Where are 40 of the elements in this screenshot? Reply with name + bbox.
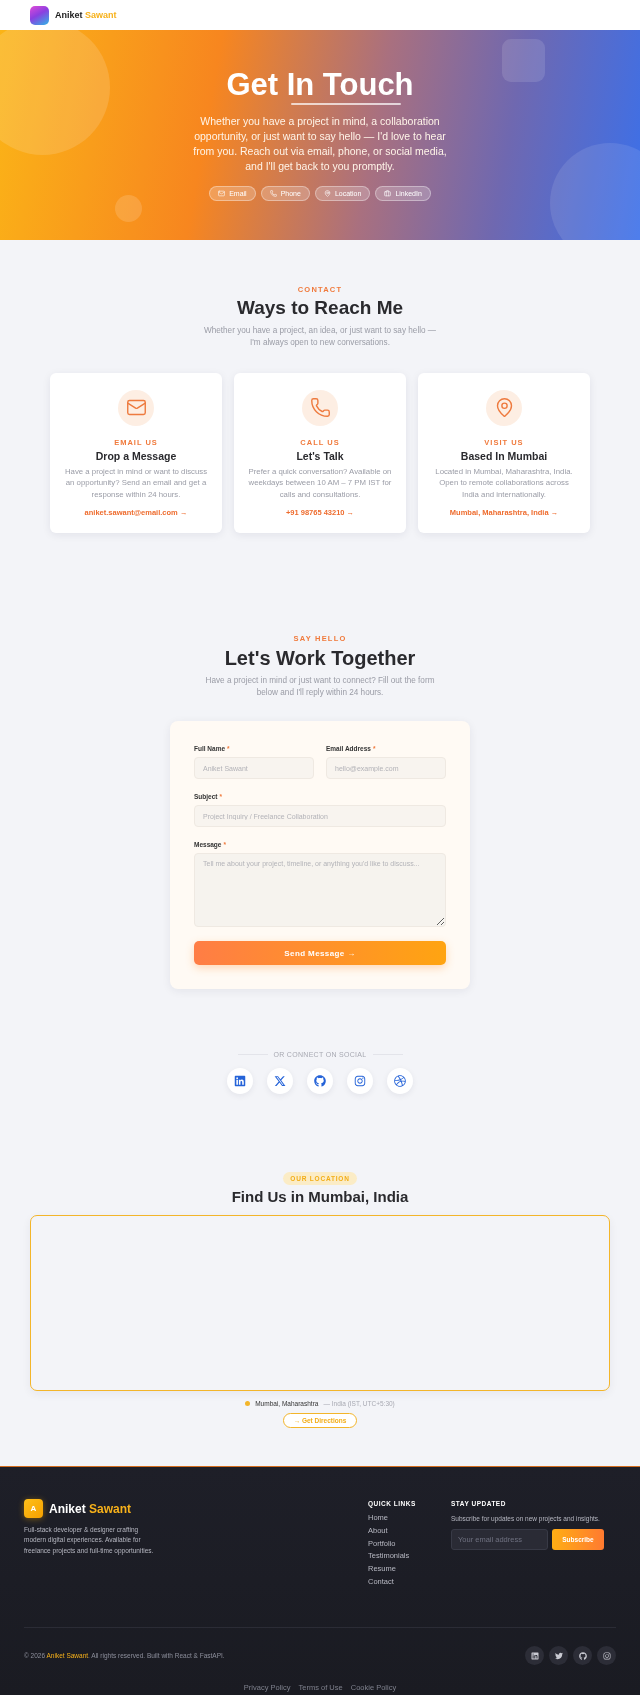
- social-button[interactable]: [597, 1646, 616, 1665]
- map-pin-icon: [323, 190, 331, 197]
- section-title: Find Us in Mumbai, India: [231, 1188, 409, 1206]
- decorative-circle: [115, 195, 142, 222]
- section-title: Let's Work Together: [224, 646, 416, 670]
- social-button[interactable]: [525, 1646, 544, 1665]
- social-button[interactable]: [549, 1646, 568, 1665]
- brand-name: Aniket Sawant: [49, 1501, 132, 1516]
- envelope-icon: [218, 190, 226, 197]
- x-icon: [274, 1075, 286, 1087]
- card-title: Based In Mumbai: [460, 449, 548, 462]
- hero-text: Whether you have a project in mind, a collaboration opportunity, or just want to say hello — I'd love to hear from you. Reach out via email, phone, or social media, and I'll get back to you promptly.: [192, 114, 448, 174]
- card-title: Let's Talk: [296, 449, 344, 462]
- hero-title: Get In Touch: [226, 68, 414, 102]
- linkedin-icon: [234, 1075, 246, 1087]
- github-icon: [578, 1651, 587, 1660]
- briefcase-icon: [384, 190, 392, 197]
- phone-icon: [302, 389, 338, 426]
- section-title: Ways to Reach Me: [236, 297, 404, 320]
- decorative-square: [502, 39, 545, 82]
- send-button[interactable]: Send Message →: [194, 941, 446, 965]
- social-button[interactable]: [307, 1068, 333, 1094]
- brand-name: Aniket Sawant: [55, 10, 117, 20]
- social-button[interactable]: [573, 1646, 592, 1665]
- logo-icon[interactable]: [30, 5, 49, 25]
- social-button[interactable]: [227, 1068, 253, 1094]
- envelope-icon: [118, 389, 154, 426]
- github-icon: [314, 1075, 326, 1087]
- logo-badge: A: [24, 1499, 43, 1518]
- phone-icon: [269, 190, 277, 197]
- twitter-icon: [554, 1651, 563, 1660]
- instagram-icon: [354, 1075, 366, 1087]
- dribbble-icon: [394, 1075, 406, 1087]
- location-dot-icon: [245, 1401, 251, 1406]
- instagram-icon: [602, 1651, 611, 1660]
- map-pin-icon: [486, 389, 522, 426]
- card-title: Drop a Message: [95, 449, 177, 462]
- linkedin-icon: [530, 1651, 539, 1660]
- section-subtitle: Have a project in mind or just want to connect? Fill out the form below and I'll reply within 24 hours.: [204, 675, 436, 699]
- section-subtitle: Whether you have a project, an idea, or just want to say hello — I'm always open to new conversations.: [202, 324, 438, 349]
